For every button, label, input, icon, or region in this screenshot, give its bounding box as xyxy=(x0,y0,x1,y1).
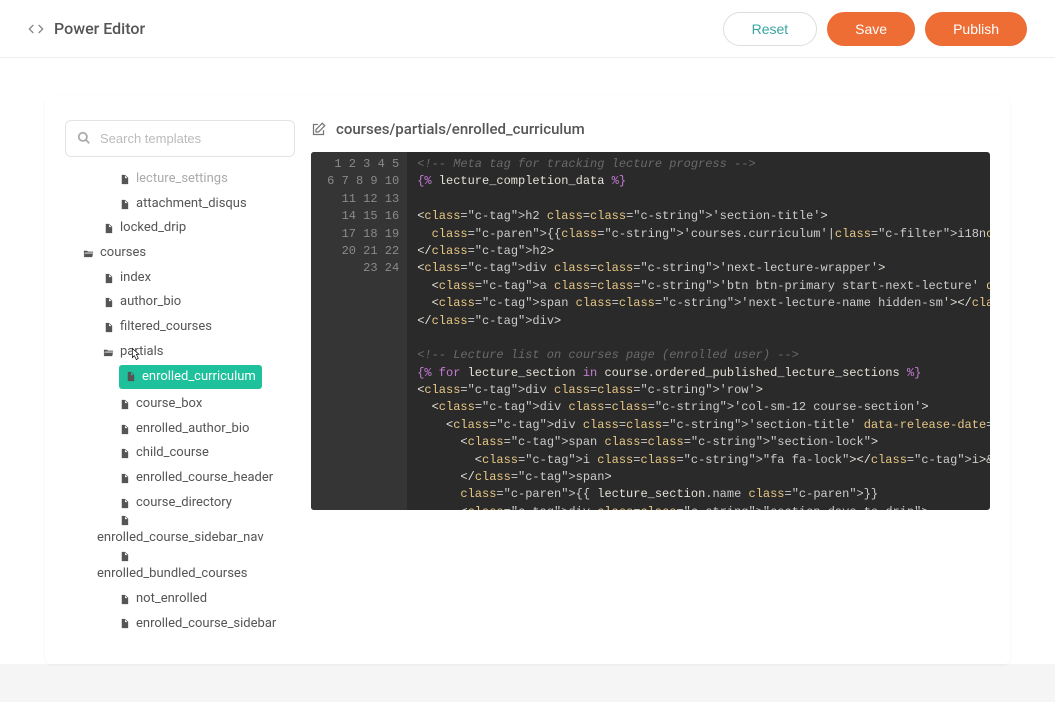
brand: Power Editor xyxy=(28,19,145,38)
tree-item-label: enrolled_course_header xyxy=(136,466,273,491)
code-editor[interactable]: 1 2 3 4 5 6 7 8 9 10 11 12 13 14 15 16 1… xyxy=(311,152,990,510)
tree-item[interactable]: locked_drip xyxy=(65,216,295,241)
search-wrapper xyxy=(65,120,295,157)
tree-item[interactable]: enrolled_author_bio xyxy=(65,417,295,442)
save-button[interactable]: Save xyxy=(827,12,915,46)
editor-pane: courses/partials/enrolled_curriculum 1 2… xyxy=(311,120,990,636)
edit-icon xyxy=(311,122,326,137)
tree-item-label: not_enrolled xyxy=(136,587,207,612)
tree-item-label[interactable]: enrolled_course_sidebar_nav xyxy=(65,526,295,551)
tree-item[interactable]: attachment_disqus xyxy=(65,192,295,217)
tree-item-label: courses xyxy=(100,241,146,266)
tree-item[interactable]: lecture_settings xyxy=(65,167,295,192)
tree-item-label: course_box xyxy=(136,392,202,417)
tree-item[interactable]: courses xyxy=(65,241,295,266)
publish-button[interactable]: Publish xyxy=(925,12,1027,46)
tree-item[interactable] xyxy=(65,551,295,562)
sidebar: lecture_settingsattachment_disquslocked_… xyxy=(65,120,295,636)
main-panel: lecture_settingsattachment_disquslocked_… xyxy=(45,96,1010,664)
gutter: 1 2 3 4 5 6 7 8 9 10 11 12 13 14 15 16 1… xyxy=(311,152,407,510)
tree-item[interactable]: enrolled_course_sidebar xyxy=(65,612,295,637)
topbar-actions: Reset Save Publish xyxy=(723,12,1027,46)
tree-item[interactable]: filtered_courses xyxy=(65,315,295,340)
reset-button[interactable]: Reset xyxy=(723,12,818,46)
tree-item-label: author_bio xyxy=(120,290,181,315)
tree-item-selected[interactable]: enrolled_curriculum xyxy=(119,365,262,390)
tree-item-label: course_directory xyxy=(136,491,232,516)
tree-item[interactable]: not_enrolled xyxy=(65,587,295,612)
tree-item-label: enrolled_curriculum xyxy=(142,365,256,390)
tree-item-label: attachment_disqus xyxy=(136,192,247,217)
tree-item[interactable]: child_course xyxy=(65,441,295,466)
code-area[interactable]: <!-- Meta tag for tracking lecture progr… xyxy=(407,152,990,510)
tree-item-label: filtered_courses xyxy=(120,315,212,340)
editor-path-bar: courses/partials/enrolled_curriculum xyxy=(311,120,990,138)
tree-item-label[interactable]: enrolled_bundled_courses xyxy=(65,562,295,587)
tree-item-label: enrolled_course_sidebar xyxy=(136,612,276,637)
search-icon xyxy=(77,131,91,145)
tree-item[interactable]: partials xyxy=(65,340,295,365)
tree-item-label: child_course xyxy=(136,441,209,466)
topbar: Power Editor Reset Save Publish xyxy=(0,0,1055,58)
tree-item[interactable]: author_bio xyxy=(65,290,295,315)
tree-item[interactable]: index xyxy=(65,266,295,291)
editor-path: courses/partials/enrolled_curriculum xyxy=(336,120,585,138)
tree-item-label: lecture_settings xyxy=(136,167,228,192)
tree-item[interactable]: course_directory xyxy=(65,491,295,516)
tree-item[interactable]: course_box xyxy=(65,392,295,417)
tree-item-label: partials xyxy=(120,340,163,365)
tree-item[interactable]: enrolled_course_header xyxy=(65,466,295,491)
search-input[interactable] xyxy=(65,120,295,157)
tree-item[interactable] xyxy=(65,515,295,526)
file-tree[interactable]: lecture_settingsattachment_disquslocked_… xyxy=(65,167,295,636)
tree-item-label: enrolled_author_bio xyxy=(136,417,249,442)
app-title: Power Editor xyxy=(54,19,145,38)
tree-item-label: index xyxy=(120,266,151,291)
code-icon xyxy=(28,21,44,37)
tree-item-label: locked_drip xyxy=(120,216,186,241)
